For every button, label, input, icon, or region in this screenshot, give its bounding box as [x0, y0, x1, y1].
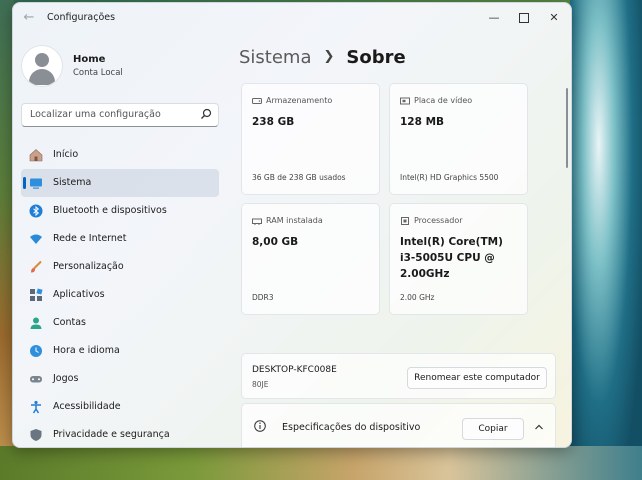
- sidebar-item-label: Sistema: [53, 177, 92, 188]
- sidebar-item-label: Início: [53, 149, 79, 160]
- sidebar-item-sistema[interactable]: Sistema: [21, 169, 219, 197]
- brush-icon: [31, 260, 42, 273]
- sidebar-item-contas[interactable]: Contas: [21, 309, 219, 337]
- desktop-background-bottom: [0, 446, 642, 480]
- back-arrow-icon[interactable]: ←: [21, 10, 37, 26]
- shield-icon: [30, 429, 42, 441]
- cpu-icon: [401, 217, 409, 225]
- system-icon: [30, 178, 42, 189]
- breadcrumb-parent[interactable]: Sistema: [239, 47, 312, 68]
- chevron-up-icon[interactable]: [532, 420, 546, 434]
- wifi-icon: [30, 234, 42, 244]
- rename-computer-button[interactable]: Renomear este computador: [407, 367, 547, 389]
- device-name-row: DESKTOP-KFC008E 80JE Renomear este compu…: [241, 353, 556, 399]
- sidebar-item-label: Acessibilidade: [53, 401, 121, 412]
- desktop-background-right: [570, 0, 642, 480]
- sidebar-item-label: Privacidade e segurança: [53, 429, 170, 440]
- selection-indicator: [23, 177, 26, 189]
- sidebar-nav: Início Sistema Bluetooth e dispositivos …: [21, 141, 219, 447]
- sidebar-item-label: Personalização: [53, 261, 124, 272]
- app-title: Configurações: [47, 12, 116, 23]
- copy-button[interactable]: Copiar: [462, 418, 524, 440]
- device-specs-label: Especificações do dispositivo: [282, 422, 421, 433]
- device-specs-row[interactable]: Especificações do dispositivo Copiar: [241, 403, 556, 447]
- sidebar-item-bluetooth[interactable]: Bluetooth e dispositivos: [21, 197, 219, 225]
- ram-value: 8,00 GB: [252, 236, 299, 248]
- settings-window: ← Configurações — ✕ Home Conta Local Loc…: [12, 2, 572, 448]
- sidebar-item-label: Bluetooth e dispositivos: [53, 205, 167, 216]
- ram-label: RAM instalada: [266, 216, 323, 225]
- sidebar-item-inicio[interactable]: Início: [21, 141, 219, 169]
- sidebar-item-label: Jogos: [53, 373, 79, 384]
- cpu-label: Processador: [414, 216, 463, 225]
- sidebar-item-aplicativos[interactable]: Aplicativos: [21, 281, 219, 309]
- sidebar-item-label: Aplicativos: [53, 289, 105, 300]
- apps-icon: [30, 288, 43, 301]
- scrollbar[interactable]: [566, 88, 568, 168]
- cpu-value: Intel(R) Core(TM) i3-5005U CPU @ 2.00GHz: [400, 236, 503, 280]
- gpu-value: 128 MB: [400, 116, 445, 128]
- chevron-right-icon: ❯: [323, 49, 335, 64]
- gpu-name: Intel(R) HD Graphics 5500: [400, 173, 499, 182]
- page-title: Sobre: [346, 47, 406, 68]
- device-name: DESKTOP-KFC008E: [252, 365, 337, 375]
- user-profile[interactable]: Home Conta Local: [21, 43, 221, 91]
- sidebar-item-jogos[interactable]: Jogos: [21, 365, 219, 393]
- gpu-label: Placa de vídeo: [414, 96, 473, 105]
- storage-label: Armazenamento: [266, 96, 333, 105]
- gpu-card[interactable]: Placa de vídeo 128 MB Intel(R) HD Graphi…: [389, 83, 528, 195]
- sidebar-item-label: Hora e idioma: [53, 345, 120, 356]
- sidebar-item-personalizacao[interactable]: Personalização: [21, 253, 219, 281]
- home-icon: [29, 149, 43, 162]
- gamepad-icon: [30, 376, 42, 383]
- sidebar-item-hora-idioma[interactable]: Hora e idioma: [21, 337, 219, 365]
- sidebar-item-privacidade[interactable]: Privacidade e segurança: [21, 421, 219, 447]
- search-placeholder: Localizar uma configuração: [30, 109, 161, 120]
- sidebar-item-rede[interactable]: Rede e Internet: [21, 225, 219, 253]
- profile-account-type: Conta Local: [73, 68, 123, 78]
- minimize-button[interactable]: —: [479, 7, 509, 29]
- accessibility-icon: [31, 400, 41, 414]
- title-bar: ← Configurações — ✕: [13, 3, 571, 33]
- device-model: 80JE: [252, 380, 269, 389]
- storage-value: 238 GB: [252, 116, 295, 128]
- storage-card[interactable]: Armazenamento 238 GB 36 GB de 238 GB usa…: [241, 83, 380, 195]
- breadcrumb: Sistema ❯ Sobre: [239, 47, 406, 68]
- avatar: [21, 45, 63, 87]
- info-icon: [254, 420, 266, 432]
- search-icon: [201, 108, 212, 119]
- gpu-icon: [400, 97, 410, 105]
- close-button[interactable]: ✕: [539, 7, 569, 29]
- person-icon: [30, 317, 42, 329]
- ram-type: DDR3: [252, 293, 274, 302]
- sidebar-item-label: Rede e Internet: [53, 233, 127, 244]
- ram-card[interactable]: RAM instalada 8,00 GB DDR3: [241, 203, 380, 315]
- ram-icon: [252, 218, 262, 225]
- sidebar-item-label: Contas: [53, 317, 86, 328]
- search-input[interactable]: Localizar uma configuração: [21, 103, 219, 127]
- bluetooth-icon: [29, 204, 43, 218]
- sidebar-item-acessibilidade[interactable]: Acessibilidade: [21, 393, 219, 421]
- cpu-card[interactable]: Processador Intel(R) Core(TM) i3-5005U C…: [389, 203, 528, 315]
- maximize-button[interactable]: [509, 7, 539, 29]
- storage-usage: 36 GB de 238 GB usados: [252, 173, 346, 182]
- storage-icon: [252, 98, 262, 104]
- profile-name: Home: [73, 54, 106, 65]
- globe-clock-icon: [30, 345, 42, 357]
- cpu-speed: 2.00 GHz: [400, 293, 435, 302]
